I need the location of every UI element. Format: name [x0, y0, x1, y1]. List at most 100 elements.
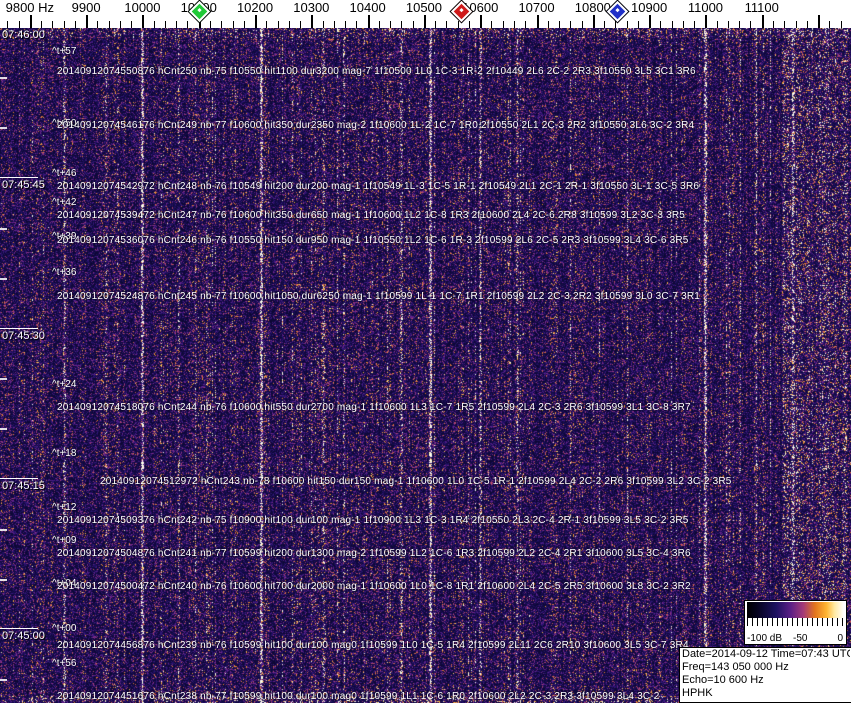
info-date-time: Date=2014-09-12 Time=07:43 UTC — [682, 648, 850, 660]
freq-minor-tick — [672, 21, 673, 28]
info-box: Date=2014-09-12 Time=07:43 UTC Freq=143 … — [679, 647, 851, 703]
freq-major-tick — [86, 15, 88, 28]
freq-minor-tick — [300, 21, 301, 28]
freq-axis-label: 9900 — [71, 0, 101, 15]
freq-minor-tick — [278, 21, 279, 28]
freq-minor-tick — [334, 21, 335, 28]
freq-minor-tick — [559, 21, 560, 28]
freq-minor-tick — [796, 21, 797, 28]
event-detection-line: 20140912074512972 hCnt243 nb-78 f10600 h… — [100, 476, 732, 487]
time-minor-tick — [0, 529, 7, 531]
freq-minor-tick — [109, 21, 110, 28]
freq-minor-tick — [390, 21, 391, 28]
time-axis-label: 07:45:45 — [2, 179, 45, 191]
freq-minor-tick — [582, 21, 583, 28]
event-time-marker: ^t+42 — [52, 197, 77, 208]
freq-major-tick — [368, 15, 370, 28]
event-time-marker: ^t+56 — [52, 658, 77, 669]
db-color-legend: -100 dB -50 0 — [744, 600, 847, 645]
time-axis-label: 07:45:30 — [2, 330, 45, 342]
freq-axis-label: 9800 Hz — [5, 0, 55, 15]
freq-major-tick — [424, 15, 426, 28]
time-axis-label: 07:45:15 — [2, 480, 45, 492]
freq-axis-label: 10200 — [236, 0, 274, 15]
event-detection-line: 20140912074524876 hCnt245 nb-77 f10600 h… — [57, 291, 701, 302]
freq-minor-tick — [131, 21, 132, 28]
db-tick-ruler — [747, 618, 844, 626]
event-detection-line: 20140912074451676 hCnt238 nb-77 f10599 h… — [57, 691, 660, 702]
freq-minor-tick — [491, 21, 492, 28]
frequency-axis: 9800 Hz990010000101001020010300104001050… — [0, 0, 851, 28]
freq-minor-tick — [660, 21, 661, 28]
event-time-marker: ^t+00 — [52, 623, 77, 634]
freq-minor-tick — [176, 21, 177, 28]
freq-axis-label: 10400 — [349, 0, 386, 15]
event-detection-line: 20140912074536076 hCnt246 nb-76 f10550 h… — [57, 235, 689, 246]
freq-minor-tick — [221, 21, 222, 28]
db-mid-label: -50 — [793, 633, 808, 644]
freq-minor-tick — [514, 21, 515, 28]
time-minor-tick — [0, 579, 7, 581]
freq-minor-tick — [841, 21, 842, 28]
info-echo: Echo=10 600 Hz — [682, 674, 764, 686]
time-minor-tick — [0, 127, 7, 129]
freq-minor-tick — [525, 21, 526, 28]
spectrogram-area: -100 dB -50 0 Date=2014-09-12 Time=07:43… — [0, 27, 851, 703]
event-detection-line: 20140912074500472 hCnt240 nb-76 f10600 h… — [57, 581, 691, 592]
freq-major-tick — [537, 15, 539, 28]
event-detection-line: 20140912074518076 hCnt244 nb-76 f10600 h… — [57, 402, 691, 413]
info-frequency: Freq=143 050 000 Hz — [682, 661, 789, 673]
freq-minor-tick — [7, 21, 8, 28]
freq-minor-tick — [750, 21, 751, 28]
freq-major-tick — [649, 15, 651, 28]
event-time-marker: ^t+57 — [52, 46, 77, 57]
freq-minor-tick — [75, 21, 76, 28]
freq-minor-tick — [356, 21, 357, 28]
freq-minor-tick — [807, 21, 808, 28]
freq-major-tick — [818, 15, 820, 28]
event-time-marker: ^t+12 — [52, 502, 77, 513]
freq-minor-tick — [570, 21, 571, 28]
freq-major-tick — [311, 15, 313, 28]
freq-minor-tick — [413, 21, 414, 28]
freq-minor-tick — [64, 21, 65, 28]
freq-minor-tick — [154, 21, 155, 28]
db-max-label: 0 — [837, 633, 843, 644]
event-detection-line: 20140912074456876 hCnt239 nb-76 f10599 h… — [57, 640, 689, 651]
event-time-marker: ^t+18 — [52, 448, 77, 459]
time-major-tick — [0, 328, 38, 329]
freq-minor-tick — [683, 21, 684, 28]
event-detection-line: 20140912074546176 hCnt249 nb-77 f10600 h… — [57, 120, 695, 131]
event-detection-line: 20140912074504876 hCnt241 nb-77 f10599 h… — [57, 548, 691, 559]
freq-major-tick — [593, 15, 595, 28]
event-detection-line: 20140912074542972 hCnt248 nb-76 f10549 h… — [57, 181, 700, 192]
time-axis-label: 07:45:00 — [2, 630, 45, 642]
freq-minor-tick — [435, 21, 436, 28]
freq-minor-tick — [187, 21, 188, 28]
freq-minor-tick — [548, 21, 549, 28]
event-time-marker: ^t+36 — [52, 267, 77, 278]
freq-minor-tick — [97, 21, 98, 28]
freq-minor-tick — [638, 21, 639, 28]
event-detection-line: 20140912074550876 hCnt250 nb-75 f10550 h… — [57, 66, 696, 77]
db-min-label: -100 dB — [747, 633, 783, 644]
freq-axis-label: 10000 — [124, 0, 161, 15]
event-time-marker: ^t+46 — [52, 168, 77, 179]
freq-minor-tick — [717, 21, 718, 28]
time-major-tick — [0, 177, 38, 178]
time-major-tick — [0, 478, 38, 479]
freq-minor-tick — [345, 21, 346, 28]
freq-axis-label: 10300 — [293, 0, 330, 15]
freq-axis-label: 11000 — [687, 0, 724, 15]
event-time-marker: ^t+24 — [52, 379, 77, 390]
event-time-marker: ^t+09 — [52, 535, 77, 546]
freq-axis-label: 10800 — [574, 0, 611, 15]
freq-axis-label: 10900 — [631, 0, 668, 15]
freq-axis-label: 10500 — [405, 0, 443, 15]
freq-major-tick — [255, 15, 257, 28]
db-gradient-bar — [747, 602, 844, 618]
freq-major-tick — [762, 15, 764, 28]
freq-axis-label: 10700 — [518, 0, 555, 15]
event-detection-line: 20140912074539472 hCnt247 nb-76 f10600 h… — [57, 210, 686, 221]
freq-minor-tick — [739, 21, 740, 28]
